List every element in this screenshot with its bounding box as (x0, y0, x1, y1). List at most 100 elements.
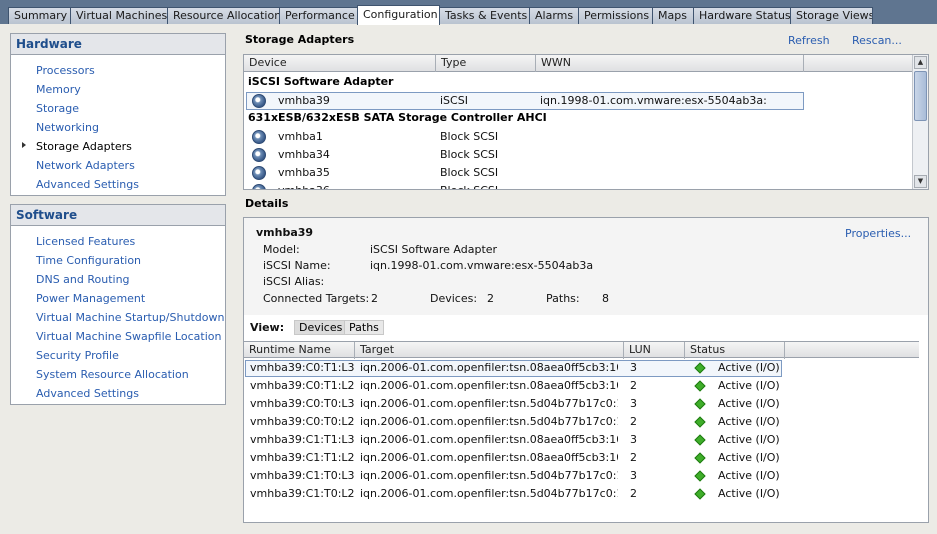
adapter-type: Block SCSI (440, 130, 499, 143)
adapter-device[interactable]: vmhba1 (278, 128, 323, 146)
path-target: iqn.2006-01.com.openfiler:tsn.08aea0ff5c… (360, 433, 618, 446)
nav-storage[interactable]: Storage (36, 100, 79, 117)
model-value: iSCSI Software Adapter (370, 243, 498, 256)
adapter-device[interactable]: vmhba35 (278, 164, 330, 182)
active-status-icon (694, 452, 706, 464)
view-devices-button[interactable]: Devices (294, 320, 348, 335)
path-status: Active (I/O) (718, 397, 780, 410)
path-runtime-name[interactable]: vmhba39:C1:T0:L3 (250, 467, 355, 485)
path-runtime-name[interactable]: vmhba39:C1:T0:L2 (250, 485, 355, 503)
nav-vm-swapfile-location[interactable]: Virtual Machine Swapfile Location (36, 328, 221, 345)
tab-storage-views[interactable]: Storage Views (790, 7, 873, 24)
tab-alarms[interactable]: Alarms (529, 7, 579, 24)
rescan-link[interactable]: Rescan... (852, 34, 902, 47)
nav-time-configuration[interactable]: Time Configuration (36, 252, 141, 269)
nav-processors[interactable]: Processors (36, 62, 95, 79)
adapter-type: Block SCSI (440, 182, 498, 189)
adapters-scrollbar[interactable]: ▲ ▼ (912, 55, 928, 189)
refresh-link[interactable]: Refresh (788, 34, 830, 47)
path-target: iqn.2006-01.com.openfiler:tsn.08aea0ff5c… (360, 379, 618, 392)
path-lun: 2 (630, 451, 637, 464)
nav-advanced-settings-software[interactable]: Advanced Settings (36, 385, 139, 402)
nav-security-profile[interactable]: Security Profile (36, 347, 119, 364)
model-label: Model: (263, 243, 300, 256)
adapter-device[interactable]: vmhba34 (278, 146, 330, 164)
tab-permissions[interactable]: Permissions (578, 7, 653, 24)
tab-maps[interactable]: Maps (652, 7, 694, 24)
tab-tasks-events[interactable]: Tasks & Events (439, 7, 530, 24)
group-iscsi-software-adapter[interactable]: iSCSI Software Adapter (248, 73, 393, 91)
col-wwn[interactable]: WWN (536, 55, 804, 72)
details-title: Details (245, 197, 289, 210)
nav-licensed-features[interactable]: Licensed Features (36, 233, 135, 250)
nav-storage-adapters[interactable]: Storage Adapters (36, 138, 132, 155)
path-runtime-name[interactable]: vmhba39:C0:T0:L2 (250, 413, 355, 431)
adapter-type: Block SCSI (440, 148, 499, 161)
path-status: Active (I/O) (718, 451, 780, 464)
nav-memory[interactable]: Memory (36, 81, 81, 98)
nav-power-management[interactable]: Power Management (36, 290, 145, 307)
col-lun[interactable]: LUN (624, 342, 685, 359)
group-sata-controller[interactable]: 631xESB/632xESB SATA Storage Controller … (248, 109, 547, 127)
devices-value: 2 (487, 292, 494, 305)
nav-networking[interactable]: Networking (36, 119, 99, 136)
path-target: iqn.2006-01.com.openfiler:tsn.5d04b77b17… (360, 469, 618, 482)
scroll-up-icon[interactable]: ▲ (914, 56, 927, 69)
path-status: Active (I/O) (718, 361, 780, 374)
path-target: iqn.2006-01.com.openfiler:tsn.08aea0ff5c… (360, 451, 618, 464)
col-type[interactable]: Type (436, 55, 536, 72)
nav-advanced-settings-hardware[interactable]: Advanced Settings (36, 176, 139, 193)
path-runtime-name[interactable]: vmhba39:C1:T1:L2 (250, 449, 355, 467)
tab-summary[interactable]: Summary (8, 7, 71, 24)
col-device[interactable]: Device (244, 55, 436, 72)
path-runtime-name[interactable]: vmhba39:C0:T1:L3 (250, 359, 355, 377)
scroll-down-icon[interactable]: ▼ (914, 175, 927, 188)
nav-dns-and-routing[interactable]: DNS and Routing (36, 271, 130, 288)
col-target[interactable]: Target (355, 342, 624, 359)
nav-network-adapters[interactable]: Network Adapters (36, 157, 135, 174)
path-target: iqn.2006-01.com.openfiler:tsn.5d04b77b17… (360, 487, 618, 500)
col-empty (804, 55, 914, 72)
path-target: iqn.2006-01.com.openfiler:tsn.08aea0ff5c… (360, 361, 618, 374)
path-lun: 2 (630, 487, 637, 500)
adapter-device: vmhba39 (278, 94, 330, 107)
path-runtime-name[interactable]: vmhba39:C0:T1:L2 (250, 377, 355, 395)
hba-icon (252, 166, 266, 180)
details-summary: vmhba39 Properties... Model: iSCSI Softw… (244, 218, 928, 315)
hba-icon (252, 94, 266, 108)
tab-performance[interactable]: Performance (279, 7, 358, 24)
view-paths-button[interactable]: Paths (344, 320, 384, 335)
hardware-panel-title: Hardware (11, 34, 225, 55)
path-target: iqn.2006-01.com.openfiler:tsn.5d04b77b17… (360, 415, 618, 428)
details-adapter-name: vmhba39 (256, 226, 314, 239)
tab-hardware-status[interactable]: Hardware Status (693, 7, 791, 24)
col-runtime-name[interactable]: Runtime Name (244, 342, 355, 359)
hba-icon (252, 130, 266, 144)
hba-icon (252, 148, 266, 162)
col-status[interactable]: Status (685, 342, 785, 359)
scroll-thumb[interactable] (914, 71, 927, 121)
path-target: iqn.2006-01.com.openfiler:tsn.5d04b77b17… (360, 397, 618, 410)
adapters-grid-header: Device Type WWN (244, 55, 928, 72)
iscsi-alias-label: iSCSI Alias: (263, 275, 325, 288)
paths-value: 8 (602, 292, 609, 305)
properties-link[interactable]: Properties... (845, 227, 911, 240)
adapter-device[interactable]: vmhba36 (278, 182, 330, 189)
selected-arrow-icon (22, 142, 26, 148)
nav-system-resource-allocation[interactable]: System Resource Allocation (36, 366, 189, 383)
hba-icon (252, 184, 266, 189)
path-runtime-name[interactable]: vmhba39:C0:T0:L3 (250, 395, 355, 413)
nav-vm-startup-shutdown[interactable]: Virtual Machine Startup/Shutdown (36, 309, 224, 326)
devices-label: Devices: (430, 292, 478, 305)
path-status: Active (I/O) (718, 469, 780, 482)
tab-resource-allocation[interactable]: Resource Allocation (167, 7, 280, 24)
tab-virtual-machines[interactable]: Virtual Machines (70, 7, 168, 24)
adapter-type: iSCSI (440, 94, 468, 107)
path-runtime-name[interactable]: vmhba39:C1:T1:L3 (250, 431, 355, 449)
connected-targets-label: Connected Targets: (263, 292, 370, 305)
active-status-icon (694, 398, 706, 410)
active-status-icon (694, 488, 706, 500)
tab-configuration[interactable]: Configuration (357, 5, 440, 25)
software-panel-title: Software (11, 205, 225, 226)
paths-grid-header: Runtime Name Target LUN Status (244, 341, 919, 359)
